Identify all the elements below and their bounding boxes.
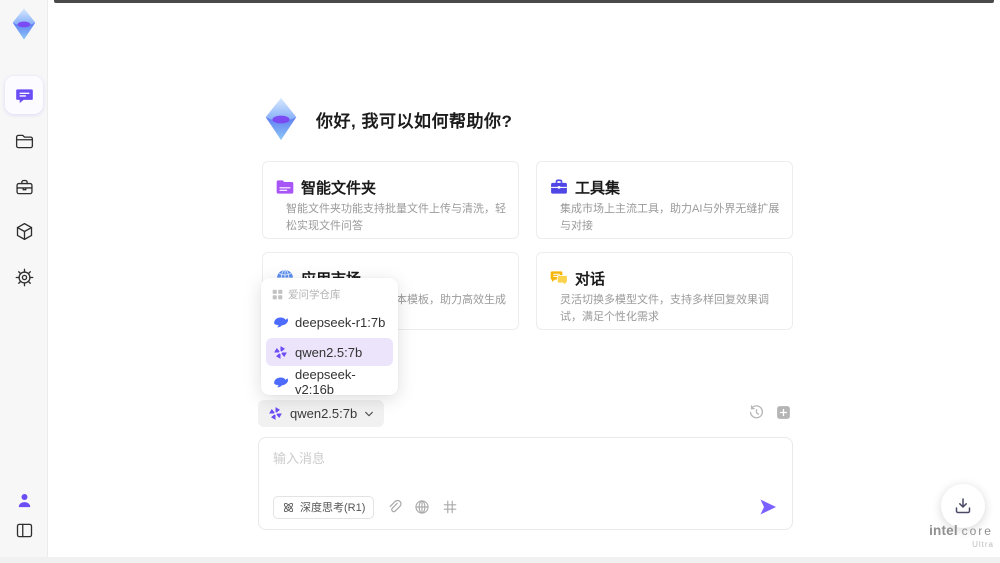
intel-brand-series: core: [961, 524, 993, 538]
chevron-down-icon: [365, 411, 374, 416]
deep-think-label: 深度思考(R1): [300, 502, 366, 514]
send-icon[interactable]: [758, 497, 778, 517]
deepseek-whale-icon: [274, 376, 288, 387]
grid-hash-icon[interactable]: [442, 499, 458, 515]
card-smart-folder[interactable]: 智能文件夹 智能文件夹功能支持批量文件上传与清洗，轻松实现文件问答: [262, 161, 519, 239]
deep-think-toggle[interactable]: 深度思考(R1): [273, 495, 375, 519]
intel-brand-tier: Ultra: [972, 539, 994, 549]
model-option-deepseek-r1[interactable]: deepseek-r1:7b: [266, 308, 393, 336]
qwen-icon: [269, 407, 282, 420]
model-dropdown: 爱问学仓库 deepseek-r1:7b qwen2.5:7b deepseek…: [261, 278, 398, 397]
model-selector[interactable]: qwen2.5:7b: [258, 400, 385, 427]
card-desc: 灵活切换多模型文件，支持多样回复效果调试，满足个性化需求: [560, 294, 769, 324]
card-title: 智能文件夹: [301, 180, 377, 197]
window-bottom-edge: [0, 557, 1000, 563]
sidebar-item-toolset[interactable]: [5, 168, 43, 206]
smart-folder-icon: [276, 180, 294, 194]
sidebar-item-collapse[interactable]: [5, 511, 43, 549]
sidebar-item-settings[interactable]: [5, 258, 43, 296]
intel-core-logo: intel core Ultra: [928, 524, 994, 549]
dialog-icon: [550, 271, 568, 286]
message-input[interactable]: [273, 448, 773, 488]
model-option-deepseek-v2[interactable]: deepseek-v2:16b: [266, 367, 393, 397]
card-dialog[interactable]: 对话 灵活切换多模型文件，支持多样回复效果调试，满足个性化需求: [536, 252, 793, 330]
new-chat-icon[interactable]: [775, 404, 792, 421]
sidebar-item-chat[interactable]: [5, 76, 43, 114]
greeting: 你好, 我可以如何帮助你?: [258, 96, 512, 142]
card-title: 对话: [575, 271, 606, 288]
globe-icon[interactable]: [414, 499, 430, 515]
model-selector-label: qwen2.5:7b: [290, 406, 358, 421]
repo-grid-icon: [272, 289, 283, 300]
download-tray-icon: [955, 498, 971, 514]
qwen-icon: [274, 345, 287, 359]
app-window: 你好, 我可以如何帮助你? 智能文件夹 智能文件夹功能支持批量文件上传与清洗，轻…: [0, 0, 1000, 563]
atom-icon: [283, 502, 294, 512]
sidebar-item-app-market[interactable]: [5, 212, 43, 250]
history-icon[interactable]: [748, 404, 765, 421]
download-button[interactable]: [941, 484, 985, 528]
cube-icon: [16, 222, 32, 240]
toolbox-icon: [15, 179, 33, 194]
folder-icon: [15, 134, 33, 148]
app-logo: [12, 8, 36, 40]
app-logo: [265, 97, 297, 141]
split-panel-icon: [16, 523, 32, 537]
card-title: 工具集: [575, 180, 621, 197]
chat-header-actions: [748, 404, 792, 421]
model-dropdown-header-label: 爱问学仓库: [288, 289, 341, 301]
sidebar-item-folders[interactable]: [5, 122, 43, 160]
card-desc: 集成市场上主流工具，助力AI与外界无缝扩展与对接: [560, 203, 780, 233]
paperclip-icon[interactable]: [386, 499, 402, 515]
toolset-icon: [551, 179, 567, 194]
model-option-label: deepseek-v2:16b: [295, 367, 356, 397]
greeting-text: 你好, 我可以如何帮助你?: [316, 111, 513, 131]
settings-gear-icon: [15, 268, 33, 286]
window-top-edge: [54, 0, 994, 3]
model-option-label: deepseek-r1:7b: [295, 314, 386, 330]
card-desc: 智能文件夹功能支持批量文件上传与清洗，轻松实现文件问答: [286, 203, 506, 233]
model-option-label: qwen2.5:7b: [295, 344, 363, 360]
card-toolset[interactable]: 工具集 集成市场上主流工具，助力AI与外界无缝扩展与对接: [536, 161, 793, 239]
deepseek-whale-icon: [274, 316, 288, 327]
model-dropdown-header: 爱问学仓库: [266, 286, 393, 308]
sidebar: [0, 0, 48, 563]
model-option-qwen[interactable]: qwen2.5:7b: [266, 338, 393, 366]
chat-icon: [15, 88, 33, 103]
message-composer: 深度思考(R1): [258, 437, 793, 530]
user-icon: [18, 493, 30, 507]
composer-toolbar: 深度思考(R1): [273, 495, 778, 519]
intel-brand-name: intel: [929, 523, 958, 538]
